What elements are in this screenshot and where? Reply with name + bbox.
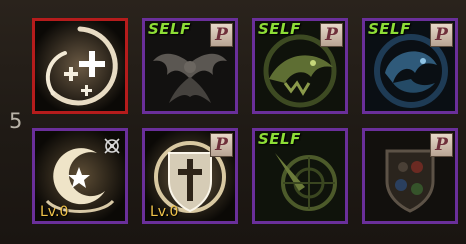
skill-slot-7[interactable]: SELF <box>252 128 348 224</box>
holy-crosses-skill-icon <box>35 21 125 111</box>
skill-slot-1[interactable] <box>32 18 128 114</box>
row-number: 5 <box>9 109 23 133</box>
skill-slot-5[interactable]: Lv.0 <box>32 128 128 224</box>
self-badge: SELF <box>148 20 191 38</box>
self-badge: SELF <box>258 20 301 38</box>
self-badge: SELF <box>258 130 301 148</box>
passive-badge: P <box>320 23 343 47</box>
passive-badge: P <box>210 133 233 157</box>
passive-badge: P <box>430 133 453 157</box>
skill-slot-2[interactable]: SELF P <box>142 18 238 114</box>
self-badge: SELF <box>368 20 411 38</box>
skill-level: Lv.0 <box>40 204 69 220</box>
skill-slot-6[interactable]: P Lv.0 <box>142 128 238 224</box>
skill-bar-panel: 5 SELF P SELF P SELF P Lv.0 P Lv.0 SELF … <box>0 0 466 244</box>
passive-badge: P <box>210 23 233 47</box>
no-target-icon <box>104 138 120 154</box>
skill-slot-8[interactable]: P <box>362 128 458 224</box>
skill-slot-4[interactable]: SELF P <box>362 18 458 114</box>
passive-badge: P <box>430 23 453 47</box>
skill-level: Lv.0 <box>150 204 179 220</box>
skill-slot-3[interactable]: SELF P <box>252 18 348 114</box>
